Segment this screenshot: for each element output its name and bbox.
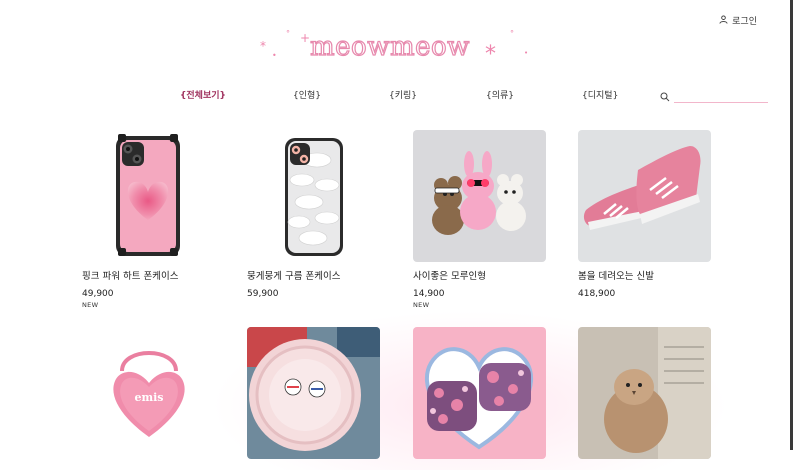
product-image-pink-heart-bag[interactable]: emis (82, 327, 215, 459)
dot-icon: ° (286, 29, 290, 38)
new-badge: NEW (82, 301, 99, 309)
product-card[interactable]: 봄을 데려오는 신발 418,900 (578, 130, 711, 301)
nav-item-dolls[interactable]: {인형} (293, 88, 321, 101)
nav-item-keyrings[interactable]: {키링} (389, 88, 417, 101)
product-name: 핑크 파워 하트 폰케이스 (82, 271, 179, 282)
bag-brand-text: emis (134, 391, 163, 404)
product-card[interactable]: 핑크 파워 하트 폰케이스 49,900 NEW (82, 130, 215, 309)
product-name: 뭉게뭉게 구름 폰케이스 (247, 271, 341, 282)
logo[interactable]: * • ° + meowmeow * ° • (260, 30, 540, 74)
dot-icon: • (272, 51, 277, 60)
product-image-cloud-case[interactable] (247, 130, 380, 262)
product-image-pink-plate[interactable] (247, 327, 380, 459)
search-bar (660, 92, 768, 104)
nav-item-clothing[interactable]: {의류} (486, 88, 514, 101)
product-card[interactable] (247, 327, 380, 459)
sparkle-icon: + (300, 31, 311, 45)
nav-item-all[interactable]: {전체보기} (180, 88, 226, 101)
product-price: 14,900 (413, 289, 445, 299)
product-price: 49,900 (82, 289, 114, 299)
product-price: 418,900 (578, 289, 616, 299)
product-image-fluffy-chick[interactable] (578, 327, 711, 459)
product-name: 사이좋은 모루인형 (413, 271, 486, 282)
search-input[interactable] (674, 92, 768, 103)
dot-icon: • (524, 49, 529, 57)
product-card[interactable]: 사이좋은 모루인형 14,900 NEW (413, 130, 546, 309)
product-image-pink-sneakers[interactable] (578, 130, 711, 262)
product-card[interactable] (578, 327, 711, 459)
dot-icon: ° (510, 29, 514, 38)
product-price: 59,900 (247, 289, 279, 299)
product-image-floral-airpods[interactable] (413, 327, 546, 459)
logo-text: meowmeow (309, 31, 470, 62)
product-name: 봄을 데려오는 신발 (578, 271, 654, 282)
new-badge: NEW (413, 301, 430, 309)
product-image-plush-bears[interactable] (413, 130, 546, 262)
user-icon (719, 14, 728, 27)
login-label: 로그인 (732, 17, 757, 27)
login-link[interactable]: 로그인 (719, 14, 757, 27)
product-card[interactable] (413, 327, 546, 459)
product-card[interactable]: 뭉게뭉게 구름 폰케이스 59,900 (247, 130, 380, 301)
sparkle-icon: * (485, 42, 496, 67)
product-image-pink-heart-case[interactable] (82, 130, 215, 262)
nav-item-digital[interactable]: {디지털} (582, 88, 618, 101)
product-card[interactable]: emis (82, 327, 215, 459)
sparkle-icon: * (260, 39, 266, 53)
